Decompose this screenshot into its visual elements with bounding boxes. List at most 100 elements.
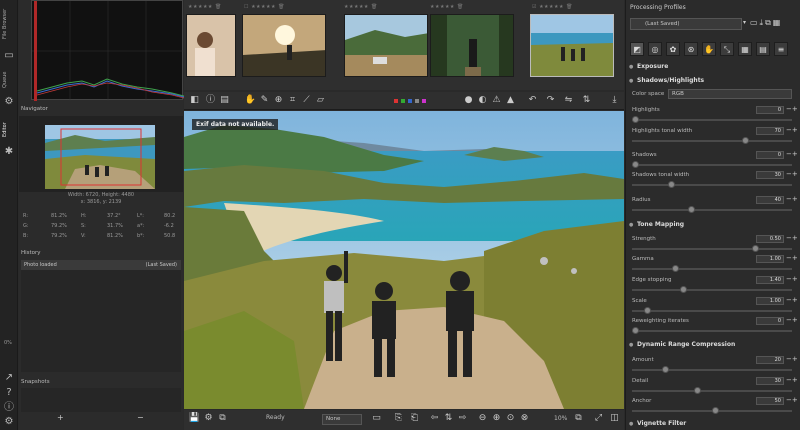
zoom-100-icon[interactable]: ⊗ xyxy=(518,412,531,425)
exposure-tab-icon[interactable]: ◩ xyxy=(630,42,644,56)
stepper-icon[interactable]: −+ xyxy=(786,105,798,113)
highlights-value[interactable]: 0 xyxy=(756,106,784,114)
warning-icon[interactable]: ⚠ xyxy=(490,94,503,107)
detail-slider[interactable] xyxy=(632,387,792,394)
color-mode-select[interactable]: None xyxy=(322,414,362,425)
thumbnail-1[interactable] xyxy=(186,14,236,77)
stepper-icon[interactable]: −+ xyxy=(786,170,798,178)
radius-slider[interactable] xyxy=(632,206,792,213)
zoom-in-icon[interactable]: ⊕ xyxy=(490,412,503,425)
stepper-icon[interactable]: −+ xyxy=(786,254,798,262)
next-icon[interactable]: ⇨ xyxy=(456,412,469,425)
tab-editor[interactable]: Editor xyxy=(2,118,16,142)
shadows-value[interactable]: 0 xyxy=(756,151,784,159)
clip-shadow-icon[interactable]: ● xyxy=(462,94,475,107)
channel-selectors[interactable] xyxy=(394,98,454,104)
hand-icon[interactable]: ✋ xyxy=(244,94,257,107)
thumbnail-4[interactable] xyxy=(430,14,514,77)
previous-icon[interactable]: ⇦ xyxy=(428,412,441,425)
flip-panel-icon[interactable]: ◫ xyxy=(608,412,621,425)
straighten-icon[interactable]: ⟋ xyxy=(300,94,313,107)
sync-icon[interactable]: ⇅ xyxy=(442,412,455,425)
panel-toggle-icon[interactable]: ◧ xyxy=(188,94,201,107)
stepper-icon[interactable]: −+ xyxy=(786,376,798,384)
detail-tab-icon[interactable]: ◎ xyxy=(648,42,662,56)
zoom-out-icon[interactable]: ⊖ xyxy=(476,412,489,425)
reweighting-iterates-value[interactable]: 0 xyxy=(756,317,784,325)
white-balance-icon[interactable]: ✎ xyxy=(258,94,271,107)
color-tab-icon[interactable]: ✿ xyxy=(666,42,680,56)
main-image[interactable]: Exif data not available. xyxy=(184,111,624,409)
amount-value[interactable]: 20 xyxy=(756,356,784,364)
stepper-icon[interactable]: −+ xyxy=(786,150,798,158)
history-item-label[interactable]: Photo loaded xyxy=(24,260,57,270)
tone-mapping-header[interactable]: Tone Mapping xyxy=(629,220,797,230)
folder-icon[interactable]: ▭ xyxy=(370,412,383,425)
zoom-fit-icon[interactable]: ⊙ xyxy=(504,412,517,425)
advanced-tab-icon[interactable]: ✋ xyxy=(702,42,716,56)
highlights-slider[interactable] xyxy=(632,116,792,123)
edge-stopping-slider[interactable] xyxy=(632,286,792,293)
meta-tab-icon[interactable]: ≡ xyxy=(774,42,788,56)
profile-select[interactable]: (Last Saved) xyxy=(630,18,742,30)
remove-snapshot-button[interactable]: − xyxy=(137,413,144,422)
reweighting-iterates-slider[interactable] xyxy=(632,327,792,334)
perspective-icon[interactable]: ▱ xyxy=(314,94,327,107)
shadows-tonal-width-value[interactable]: 30 xyxy=(756,171,784,179)
folder-icon[interactable]: ▭ xyxy=(3,50,15,62)
scale-slider[interactable] xyxy=(632,307,792,314)
new-window-icon[interactable]: ⧉ xyxy=(572,412,585,425)
flip-vertical-icon[interactable]: ⇅ xyxy=(580,94,593,107)
edge-stopping-value[interactable]: 1.40 xyxy=(756,276,784,284)
stepper-icon[interactable]: −+ xyxy=(786,296,798,304)
flip-icon[interactable]: ⇋ xyxy=(562,94,575,107)
gamma-slider[interactable] xyxy=(632,265,792,272)
scale-value[interactable]: 1.00 xyxy=(756,297,784,305)
aperture-icon[interactable]: ✱ xyxy=(3,146,15,158)
strength-slider[interactable] xyxy=(632,245,792,252)
fullscreen-icon[interactable]: ⤢ xyxy=(592,412,605,425)
editor-external-icon[interactable]: ⧉ xyxy=(216,412,229,425)
rotate-right-icon[interactable]: ↷ xyxy=(544,94,557,107)
dropdown-icon[interactable]: ▾ xyxy=(743,19,746,26)
tab-queue[interactable]: Queue xyxy=(2,68,16,92)
crop-icon[interactable]: ⌗ xyxy=(286,94,299,107)
gamma-value[interactable]: 1.00 xyxy=(756,255,784,263)
rotate-left-icon[interactable]: ↶ xyxy=(526,94,539,107)
thumbnail-3[interactable] xyxy=(344,14,428,77)
info-icon[interactable]: ⓘ xyxy=(204,94,217,107)
anchor-slider[interactable] xyxy=(632,407,792,414)
raw-tab-icon[interactable]: ▦ xyxy=(738,42,752,56)
shadows-slider[interactable] xyxy=(632,161,792,168)
stepper-icon[interactable]: −+ xyxy=(786,316,798,324)
highlights-tonal-width-value[interactable]: 70 xyxy=(756,127,784,135)
navigator-preview[interactable] xyxy=(45,125,155,189)
info-icon[interactable]: ⓘ xyxy=(3,402,15,414)
stepper-icon[interactable]: −+ xyxy=(786,355,798,363)
help-icon[interactable]: ? xyxy=(3,387,15,399)
wavelet-tab-icon[interactable]: ⊛ xyxy=(684,42,698,56)
arrow-up-right-icon[interactable]: ↗ xyxy=(3,372,15,384)
stepper-icon[interactable]: −+ xyxy=(786,126,798,134)
warning-alt-icon[interactable]: ▲ xyxy=(504,94,517,107)
stepper-icon[interactable]: −+ xyxy=(786,396,798,404)
export-icon[interactable]: ⤓ xyxy=(608,94,621,107)
shadows-tonal-width-slider[interactable] xyxy=(632,181,792,188)
gear-icon[interactable]: ⚙ xyxy=(3,416,15,428)
history-list[interactable]: Photo loaded (Last Saved) xyxy=(21,260,181,270)
highlights-tonal-width-slider[interactable] xyxy=(632,137,792,144)
amount-slider[interactable] xyxy=(632,366,792,373)
thumbnail-5-selected[interactable] xyxy=(530,14,614,77)
add-snapshot-button[interactable]: + xyxy=(57,413,64,422)
stepper-icon[interactable]: −+ xyxy=(786,234,798,242)
copy-icon[interactable]: ⎘ xyxy=(392,412,405,425)
before-after-icon[interactable]: ▤ xyxy=(218,94,231,107)
color-space-select[interactable]: RGB xyxy=(668,89,792,99)
metadata-tab-icon[interactable]: ▤ xyxy=(756,42,770,56)
paste-icon[interactable]: ⎗ xyxy=(408,412,421,425)
shadows-highlights-header[interactable]: Shadows/Highlights xyxy=(629,76,797,86)
profile-actions[interactable]: ▭⤓⧉▦ xyxy=(750,18,800,30)
strength-value[interactable]: 0.50 xyxy=(756,235,784,243)
exposure-header[interactable]: Exposure xyxy=(629,62,797,72)
gears-icon[interactable]: ⚙ xyxy=(3,96,15,108)
